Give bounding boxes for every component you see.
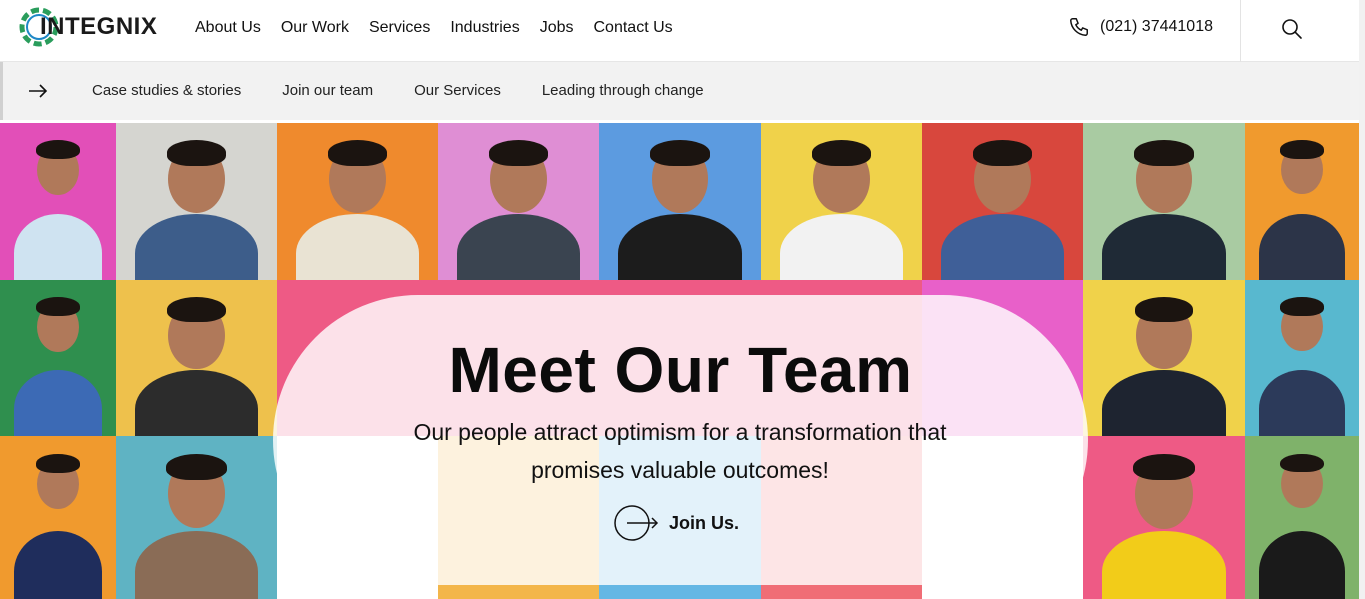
nav-item-about-us[interactable]: About Us (195, 18, 261, 38)
subnav-item-our-services[interactable]: Our Services (414, 82, 501, 100)
subnav-item-join-team[interactable]: Join our team (282, 82, 373, 100)
search-icon (1282, 19, 1302, 39)
team-member-photo (116, 436, 277, 599)
team-member-photo (438, 123, 599, 280)
join-us-button[interactable]: Join Us. (613, 504, 739, 542)
hero-subtitle: Our people attract optimism for a transf… (360, 413, 1000, 489)
team-member-photo (1083, 123, 1245, 280)
nav-item-our-work[interactable]: Our Work (281, 18, 349, 38)
team-member-photo (0, 280, 116, 436)
hero-subtitle-line-1: Our people attract optimism for a transf… (413, 419, 947, 445)
subnav-links: Case studies & stories Join our team Our… (92, 82, 704, 100)
logo-text: INTEGNIX (40, 13, 158, 40)
nav-item-contact-us[interactable]: Contact Us (594, 18, 673, 38)
phone-number: (021) 37441018 (1100, 18, 1213, 35)
team-member-photo (922, 123, 1083, 280)
subnav-item-leading-change[interactable]: Leading through change (542, 82, 704, 100)
team-member-photo (599, 123, 761, 280)
hero-team-banner: Meet Our Team Our people attract optimis… (0, 123, 1359, 599)
hero-subtitle-line-2: promises valuable outcomes! (531, 457, 829, 483)
phone-icon (1070, 18, 1088, 36)
team-member-photo (1083, 280, 1245, 436)
header-divider (1240, 0, 1241, 62)
sub-navigation: Case studies & stories Join our team Our… (0, 62, 1359, 120)
join-us-label: Join Us. (669, 512, 740, 533)
main-nav: About Us Our Work Services Industries Jo… (195, 18, 673, 38)
nav-item-jobs[interactable]: Jobs (540, 18, 574, 38)
team-member-photo (1245, 280, 1359, 436)
site-header: INTEGNIX About Us Our Work Services Indu… (0, 0, 1365, 62)
team-member-photo (116, 123, 277, 280)
search-button[interactable] (1280, 17, 1304, 41)
team-member-photo (116, 280, 277, 436)
team-member-photo (1245, 123, 1359, 280)
team-member-photo (761, 123, 922, 280)
subnav-toggle[interactable] (27, 80, 49, 102)
team-member-photo (0, 123, 116, 280)
nav-item-industries[interactable]: Industries (450, 18, 519, 38)
team-member-photo (1083, 436, 1245, 599)
nav-item-services[interactable]: Services (369, 18, 430, 38)
subnav-item-case-studies[interactable]: Case studies & stories (92, 82, 241, 100)
team-member-photo (0, 436, 116, 599)
phone-link[interactable]: (021) 37441018 (1068, 16, 1213, 38)
page-scrollbar[interactable] (1359, 0, 1365, 599)
arrow-right-icon (29, 84, 48, 98)
team-member-photo (277, 123, 438, 280)
circle-arrow-icon (614, 505, 659, 541)
brand-logo[interactable]: INTEGNIX (16, 4, 157, 50)
hero-title: Meet Our Team (448, 334, 913, 406)
team-member-photo (1245, 436, 1359, 599)
